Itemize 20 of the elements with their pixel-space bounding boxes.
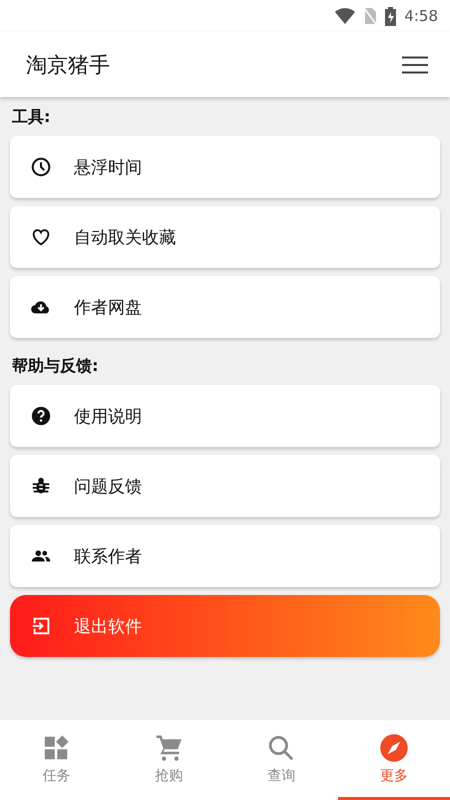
menu-icon[interactable]	[402, 56, 428, 74]
clock-icon	[30, 156, 52, 178]
menu-card[interactable]: 悬浮时间	[10, 136, 440, 198]
help-icon	[30, 405, 52, 427]
compass-icon	[378, 732, 409, 762]
section-header: 帮助与反馈:	[11, 355, 100, 377]
menu-card[interactable]: 自动取关收藏	[10, 206, 440, 268]
exit-button[interactable]: 退出软件	[10, 595, 440, 657]
exit-icon	[30, 615, 52, 637]
menu-card[interactable]: 问题反馈	[10, 455, 440, 517]
cart-icon	[154, 732, 184, 762]
app-title: 淘京猪手	[26, 52, 110, 78]
no-sim-icon	[363, 7, 378, 25]
menu-card[interactable]: 使用说明	[10, 385, 440, 447]
menu-card[interactable]: 作者网盘	[10, 276, 440, 338]
battery-charging-icon	[385, 6, 396, 26]
menu-card[interactable]: 联系作者	[10, 525, 440, 587]
section-header: 工具:	[11, 106, 52, 128]
wifi-icon	[335, 8, 356, 24]
status-time: 4:58	[404, 7, 438, 25]
